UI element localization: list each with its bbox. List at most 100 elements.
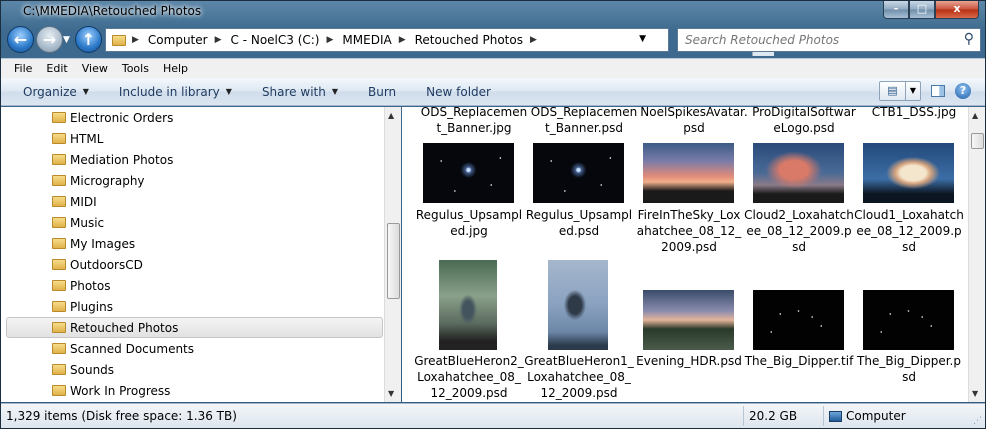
folder-icon: [52, 217, 66, 228]
chevron-right-icon[interactable]: ▶: [215, 35, 222, 45]
view-controls: ▤ ▼ ?: [879, 81, 971, 101]
chevron-right-icon[interactable]: ▶: [327, 35, 334, 45]
file-item[interactable]: ProDigitalSoftwareLogo.psd: [749, 107, 859, 136]
tree-item[interactable]: My Images: [6, 233, 383, 254]
scrollbar-thumb[interactable]: [387, 223, 400, 299]
recent-pages-dropdown[interactable]: ▼: [63, 35, 70, 45]
tree-item[interactable]: Plugins: [6, 296, 383, 317]
close-button[interactable]: x: [935, 1, 979, 19]
breadcrumb-computer[interactable]: Computer ▶: [148, 33, 231, 47]
status-bar: 1,329 items (Disk free space: 1.36 TB) 2…: [1, 403, 985, 428]
image-thumbnail[interactable]: [643, 290, 734, 350]
menu-bar: File Edit View Tools Help: [1, 58, 985, 78]
file-name: Cloud1_Loxahatchee_08_12_2009.psd: [854, 208, 964, 254]
file-name: Evening_HDR.psd: [636, 354, 742, 368]
scroll-up-icon[interactable]: ▲: [972, 111, 978, 120]
tree-item[interactable]: Music: [6, 212, 383, 233]
menu-tools[interactable]: Tools: [115, 62, 156, 75]
up-button[interactable]: ↑: [75, 26, 102, 53]
tree-item[interactable]: Micrography: [6, 170, 383, 191]
help-icon[interactable]: ?: [955, 83, 971, 99]
tree-item[interactable]: Electronic Orders: [6, 107, 383, 128]
chevron-right-icon[interactable]: ▶: [530, 35, 537, 45]
forward-button[interactable]: →: [36, 26, 63, 53]
image-thumbnail[interactable]: [643, 143, 734, 203]
computer-icon: [829, 410, 842, 422]
minimize-button[interactable]: -: [883, 1, 909, 19]
file-name: The_Big_Dipper.tif: [744, 354, 854, 368]
image-thumbnail[interactable]: [548, 260, 608, 350]
file-item[interactable]: CTB1_DSS.jpg: [859, 107, 968, 120]
image-thumbnail[interactable]: [863, 290, 954, 350]
menu-edit[interactable]: Edit: [39, 62, 74, 75]
preview-pane-icon[interactable]: [931, 85, 945, 97]
file-item[interactable]: ODS_Replacement_Banner.psd: [529, 107, 639, 136]
file-name: Regulus_Upsampled.psd: [525, 208, 633, 238]
chevron-right-icon[interactable]: ▶: [399, 35, 406, 45]
tree-item[interactable]: Scanned Documents: [6, 338, 383, 359]
tree-item[interactable]: Sounds: [6, 359, 383, 380]
file-item[interactable]: ODS_Replacement_Banner.jpg: [419, 107, 529, 136]
tree-item[interactable]: MIDI: [6, 191, 383, 212]
address-bar[interactable]: ▶ Computer ▶ C - NoelC3 (C:) ▶ MMEDIA ▶ Ret…: [105, 28, 774, 56]
tree-item[interactable]: OutdoorsCD: [6, 254, 383, 275]
scroll-up-icon[interactable]: ▲: [388, 111, 394, 120]
selection-size: 20.2 GB: [749, 409, 798, 423]
menu-view[interactable]: View: [75, 62, 115, 75]
image-thumbnail[interactable]: [533, 143, 624, 203]
maximize-button[interactable]: □: [909, 1, 935, 19]
image-thumbnail[interactable]: [753, 290, 844, 350]
explorer-window: C:\MMEDIA\Retouched Photos - □ x ← → ▼ ↑…: [0, 0, 986, 429]
search-icon[interactable]: ⚲: [964, 31, 974, 47]
image-thumbnail[interactable]: [423, 143, 514, 203]
folder-icon: [52, 343, 66, 354]
image-thumbnail[interactable]: [863, 143, 954, 203]
new-folder-button[interactable]: New folder: [411, 85, 506, 99]
tree-item[interactable]: Mediation Photos: [6, 149, 383, 170]
breadcrumb-drive[interactable]: C - NoelC3 (C:) ▶: [231, 33, 343, 47]
scroll-down-icon[interactable]: ▼: [972, 389, 978, 398]
image-thumbnail[interactable]: [753, 143, 844, 203]
file-list: ODS_Replacement_Banner.jpg ODS_Replaceme…: [402, 107, 968, 402]
file-list-scrollbar[interactable]: ▲ ▼: [968, 107, 985, 402]
folder-icon: [52, 364, 66, 375]
chevron-down-icon[interactable]: ▼: [906, 82, 920, 100]
burn-button[interactable]: Burn: [353, 85, 411, 99]
tree-item[interactable]: HTML: [6, 128, 383, 149]
breadcrumb-mmedia[interactable]: MMEDIA ▶: [342, 33, 414, 47]
scrollbar-thumb[interactable]: [971, 133, 984, 149]
chevron-down-icon: ▼: [82, 87, 89, 96]
search-input[interactable]: [678, 29, 948, 51]
tree-item[interactable]: Work In Progress: [6, 380, 383, 401]
address-history-dropdown[interactable]: ▼: [639, 34, 646, 44]
breadcrumb-root-sep[interactable]: ▶: [132, 35, 148, 45]
location-zone: Computer: [829, 409, 906, 423]
folder-icon: [52, 280, 66, 291]
tree-item-selected[interactable]: Retouched Photos: [6, 317, 383, 338]
resize-grip-icon[interactable]: ⋰: [973, 416, 982, 426]
file-item[interactable]: NoelSpikesAvatar.psd: [639, 107, 749, 136]
tree-item[interactable]: Photos: [6, 275, 383, 296]
chevron-down-icon: ▼: [331, 87, 338, 96]
breadcrumb-retouched-photos[interactable]: Retouched Photos ▶: [415, 33, 546, 47]
view-icon[interactable]: ▤: [880, 82, 906, 100]
navigation-row: ← → ▼ ↑ ▶ Computer ▶ C - NoelC3 (C:) ▶ MME…: [1, 23, 985, 57]
organize-button[interactable]: Organize ▼: [1, 85, 104, 99]
share-with-button[interactable]: Share with ▼: [247, 85, 353, 99]
include-in-library-button[interactable]: Include in library ▼: [104, 85, 247, 99]
folder-icon: [52, 175, 66, 186]
scroll-down-icon[interactable]: ▼: [388, 389, 394, 398]
file-name: Cloud2_Loxahatchee_08_12_2009.psd: [744, 208, 854, 254]
image-thumbnail[interactable]: [439, 260, 497, 350]
window-controls: - □ x: [883, 1, 979, 19]
menu-help[interactable]: Help: [156, 62, 195, 75]
title-bar[interactable]: C:\MMEDIA\Retouched Photos - □ x: [1, 1, 985, 23]
folder-icon: [52, 259, 66, 270]
folder-icon: [52, 112, 66, 123]
chevron-down-icon: ▼: [225, 87, 232, 96]
folder-icon: [52, 301, 66, 312]
change-view-button[interactable]: ▤ ▼: [879, 81, 921, 101]
back-button[interactable]: ←: [7, 26, 34, 53]
menu-file[interactable]: File: [1, 62, 39, 75]
navigation-scrollbar[interactable]: ▲ ▼: [384, 107, 401, 402]
